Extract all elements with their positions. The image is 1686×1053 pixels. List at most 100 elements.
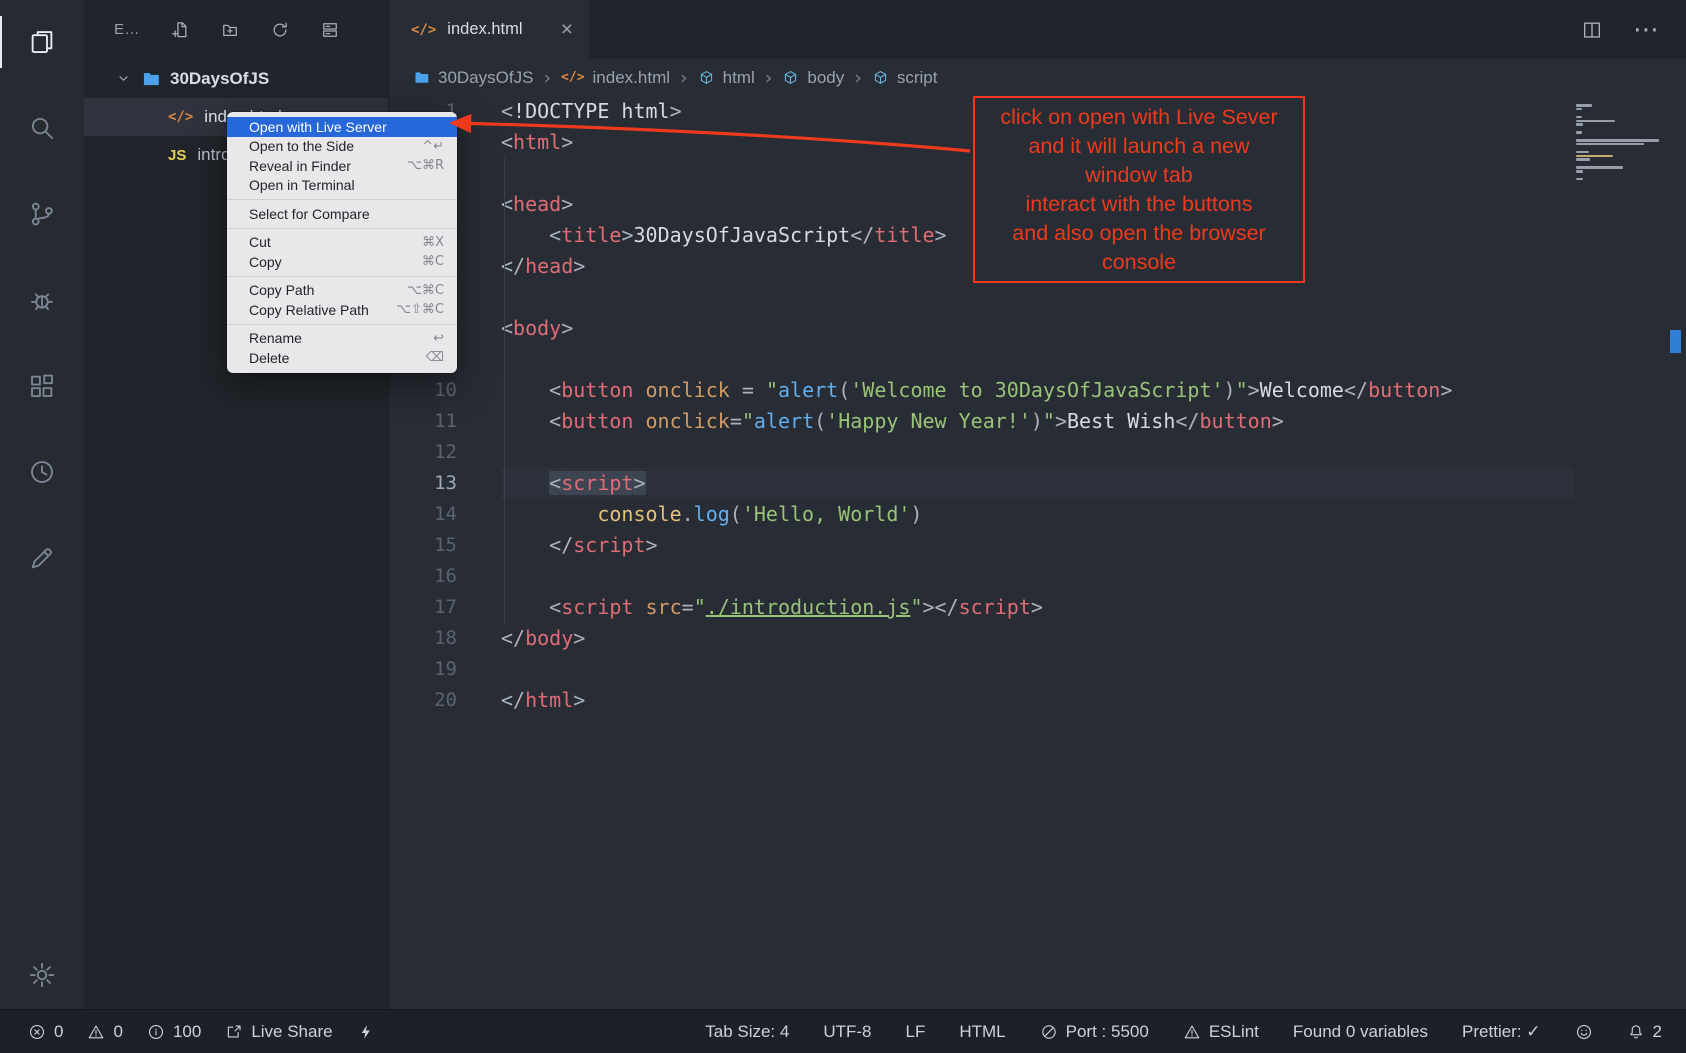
menu-item-shortcut: ⌥⌘R bbox=[407, 158, 444, 173]
status-errors[interactable]: 0 bbox=[28, 1022, 63, 1042]
status-info[interactable]: 100 bbox=[147, 1022, 201, 1042]
status-language-mode[interactable]: HTML bbox=[959, 1022, 1005, 1042]
refresh-explorer-button[interactable] bbox=[270, 20, 290, 40]
tab-index-html[interactable]: </> index.html × bbox=[389, 0, 589, 59]
close-tab-icon[interactable]: × bbox=[561, 19, 573, 40]
activity-extensions[interactable] bbox=[0, 360, 84, 412]
line-text: <script> bbox=[501, 468, 1574, 499]
status-warnings[interactable]: 0 bbox=[87, 1022, 122, 1042]
menu-item-open-with-live-server[interactable]: Open with Live Server bbox=[227, 117, 457, 137]
scrollbar-decoration[interactable] bbox=[1670, 330, 1681, 353]
tab-label: index.html bbox=[447, 20, 522, 39]
status-live-share[interactable]: Live Share bbox=[225, 1022, 332, 1042]
menu-item-label: Open in Terminal bbox=[249, 177, 355, 193]
menu-item-cut[interactable]: Cut⌘X bbox=[227, 233, 457, 253]
status-bolt[interactable] bbox=[357, 1023, 375, 1041]
minimap-line bbox=[1576, 166, 1623, 169]
menu-item-open-in-terminal[interactable]: Open in Terminal bbox=[227, 176, 457, 196]
code-line-14[interactable]: 14 console.log('Hello, World') bbox=[389, 499, 1686, 530]
status-eslint[interactable]: ESLint bbox=[1183, 1022, 1259, 1042]
line-text bbox=[501, 654, 1574, 685]
menu-item-label: Select for Compare bbox=[249, 206, 370, 222]
code-line-10[interactable]: 10 <button onclick = "alert('Welcome to … bbox=[389, 375, 1686, 406]
minimap-line bbox=[1576, 158, 1590, 161]
code-line-12[interactable]: 12 bbox=[389, 437, 1686, 468]
code-line-7[interactable]: 7 bbox=[389, 282, 1686, 313]
js-file-icon: JS bbox=[168, 147, 186, 164]
code-line-9[interactable]: 9 bbox=[389, 344, 1686, 375]
line-text: console.log('Hello, World') bbox=[501, 499, 1574, 530]
status-prettier[interactable]: Prettier: ✓ bbox=[1462, 1022, 1540, 1042]
minimap-line bbox=[1576, 139, 1659, 142]
status-variables[interactable]: Found 0 variables bbox=[1293, 1022, 1428, 1042]
code-line-20[interactable]: 20</html> bbox=[389, 685, 1686, 716]
code-line-19[interactable]: 19 bbox=[389, 654, 1686, 685]
activity-feedback[interactable] bbox=[0, 532, 84, 584]
status-text: Found 0 variables bbox=[1293, 1022, 1428, 1042]
menu-item-open-to-the-side[interactable]: Open to the Side^↵ bbox=[227, 137, 457, 157]
line-text: </body> bbox=[501, 623, 1574, 654]
activity-search[interactable] bbox=[0, 102, 84, 154]
annotation-line: window tab bbox=[975, 161, 1303, 190]
menu-item-rename[interactable]: Rename↩ bbox=[227, 329, 457, 349]
activity-bar bbox=[0, 0, 84, 1009]
menu-item-copy[interactable]: Copy⌘C bbox=[227, 252, 457, 272]
line-number: 15 bbox=[389, 530, 457, 561]
status-eol[interactable]: LF bbox=[906, 1022, 926, 1042]
new-file-icon bbox=[170, 20, 190, 40]
html-file-icon: </> bbox=[561, 70, 584, 85]
menu-item-label: Rename bbox=[249, 330, 302, 346]
status-encoding[interactable]: UTF-8 bbox=[823, 1022, 871, 1042]
code-line-16[interactable]: 16 bbox=[389, 561, 1686, 592]
breadcrumb-item-index-html[interactable]: </>index.html bbox=[561, 68, 670, 88]
activity-source-control[interactable] bbox=[0, 188, 84, 240]
code-line-8[interactable]: 8<body> bbox=[389, 313, 1686, 344]
activity-run-debug[interactable] bbox=[0, 274, 84, 326]
menu-item-copy-relative-path[interactable]: Copy Relative Path⌥⇧⌘C bbox=[227, 300, 457, 320]
status-tab-size[interactable]: Tab Size: 4 bbox=[705, 1022, 789, 1042]
extensions-icon bbox=[27, 371, 57, 401]
code-line-15[interactable]: 15 </script> bbox=[389, 530, 1686, 561]
folder-row-30daysofjs[interactable]: 30DaysOfJS bbox=[84, 59, 388, 98]
code-line-18[interactable]: 18</body> bbox=[389, 623, 1686, 654]
code-line-11[interactable]: 11 <button onclick="alert('Happy New Yea… bbox=[389, 406, 1686, 437]
new-folder-button[interactable] bbox=[220, 20, 240, 40]
minimap[interactable] bbox=[1576, 102, 1672, 184]
line-number: 16 bbox=[389, 561, 457, 592]
code-line-13[interactable]: 13 <script> bbox=[389, 468, 1686, 499]
activity-bar-items bbox=[0, 0, 84, 618]
activity-bar-bottom bbox=[0, 949, 84, 1001]
collapse-folders-button[interactable] bbox=[320, 20, 340, 40]
error-icon bbox=[28, 1023, 46, 1041]
folder-label: 30DaysOfJS bbox=[170, 69, 269, 89]
menu-item-delete[interactable]: Delete⌫ bbox=[227, 348, 457, 368]
new-file-button[interactable] bbox=[170, 20, 190, 40]
status-notifications[interactable]: 2 bbox=[1627, 1022, 1662, 1042]
code-line-17[interactable]: 17 <script src="./introduction.js"></scr… bbox=[389, 592, 1686, 623]
search-icon bbox=[27, 113, 57, 143]
breadcrumb-item-30daysofjs[interactable]: 30DaysOfJS bbox=[413, 68, 533, 88]
menu-item-label: Open to the Side bbox=[249, 138, 354, 154]
breadcrumb-item-body[interactable]: body bbox=[782, 68, 844, 88]
status-port[interactable]: Port : 5500 bbox=[1040, 1022, 1149, 1042]
menu-item-select-for-compare[interactable]: Select for Compare bbox=[227, 204, 457, 224]
menu-item-copy-path[interactable]: Copy Path⌥⌘C bbox=[227, 281, 457, 301]
activity-explorer[interactable] bbox=[0, 16, 84, 68]
status-smiley[interactable] bbox=[1575, 1023, 1593, 1041]
minimap-line bbox=[1576, 131, 1582, 134]
status-text: 0 bbox=[113, 1022, 122, 1042]
breadcrumb-item-script[interactable]: script bbox=[872, 68, 938, 88]
activity-history[interactable] bbox=[0, 446, 84, 498]
activity-settings[interactable] bbox=[0, 949, 84, 1001]
split-editor-icon[interactable] bbox=[1581, 19, 1603, 41]
more-actions-icon[interactable]: ⋯ bbox=[1633, 15, 1660, 45]
status-text: LF bbox=[906, 1022, 926, 1042]
editor-actions: ⋯ bbox=[1581, 0, 1660, 59]
menu-item-reveal-in-finder[interactable]: Reveal in Finder⌥⌘R bbox=[227, 156, 457, 176]
breadcrumb-item-html[interactable]: html bbox=[698, 68, 755, 88]
breadcrumb-separator: › bbox=[543, 67, 551, 89]
menu-separator bbox=[227, 276, 457, 277]
breadcrumb-label: body bbox=[807, 68, 844, 88]
warning-icon bbox=[87, 1023, 105, 1041]
bolt-icon bbox=[357, 1023, 375, 1041]
